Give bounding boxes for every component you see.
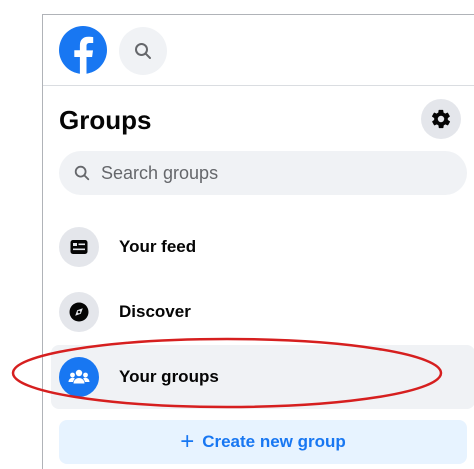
nav-item-label: Discover: [119, 302, 191, 321]
search-icon: [135, 43, 151, 59]
nav-item-your-feed[interactable]: Your feed: [51, 215, 474, 279]
top-bar: [43, 15, 474, 86]
create-new-group-button[interactable]: + Create new group: [59, 420, 467, 464]
feed-icon: [59, 227, 99, 267]
compass-icon: [59, 292, 99, 332]
search-groups-input[interactable]: [99, 161, 443, 185]
create-new-group-label: Create new group: [202, 432, 346, 451]
nav-item-label: Your groups: [119, 367, 219, 386]
groups-icon: [59, 357, 99, 397]
page-title: Groups: [59, 105, 152, 135]
search-groups-field[interactable]: [59, 151, 467, 195]
nav-item-your-groups[interactable]: Your groups: [51, 345, 474, 409]
nav-item-label: Your feed: [119, 237, 197, 256]
settings-button[interactable]: [421, 99, 461, 139]
search-button[interactable]: [119, 27, 167, 75]
groups-panel: Groups Your feed: [42, 14, 474, 469]
plus-icon: +: [180, 428, 195, 455]
gear-icon: [431, 109, 451, 129]
search-icon: [74, 165, 90, 181]
facebook-logo-icon[interactable]: [59, 26, 107, 74]
nav-item-discover[interactable]: Discover: [51, 280, 474, 344]
